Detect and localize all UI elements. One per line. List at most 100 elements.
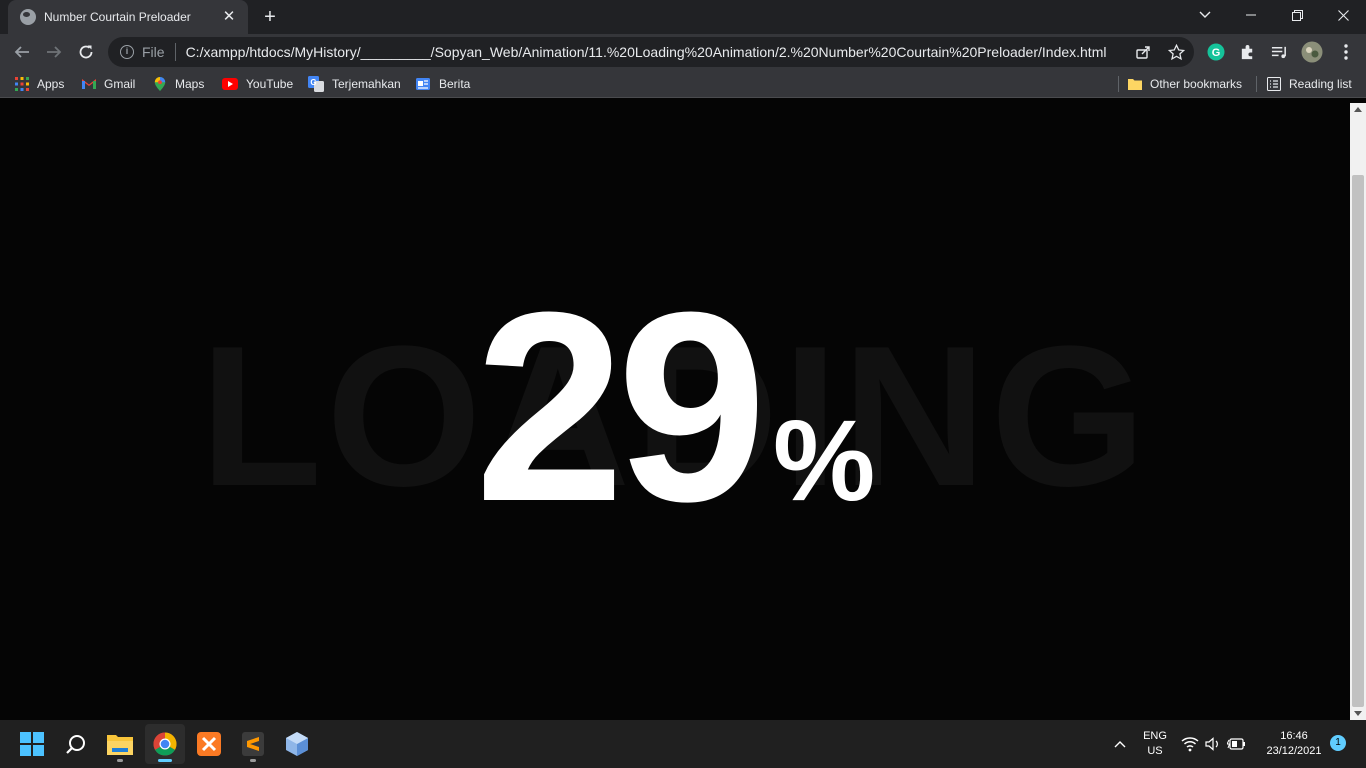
news-icon [416,78,430,90]
address-bar[interactable]: i File C:/xampp/htdocs/MyHistory/_______… [108,37,1194,67]
language-code: ENG [1143,730,1167,742]
bookmark-label: YouTube [246,77,294,91]
language-region: US [1147,745,1163,757]
search-button[interactable] [56,724,96,764]
clock[interactable]: 16:46 23/12/2021 [1258,729,1330,759]
bookmark-label: Apps [37,77,65,91]
apps-grid-icon [15,77,29,91]
menu-kebab-icon[interactable] [1334,40,1358,64]
notification-badge[interactable]: 1 [1330,735,1346,751]
xampp-button[interactable] [189,724,229,764]
new-tab-button[interactable]: + [258,6,282,30]
reading-list-label: Reading list [1289,77,1352,91]
youtube-icon [222,78,238,90]
clock-time: 16:46 [1280,730,1308,742]
sublime-text-button[interactable] [233,724,273,764]
other-bookmarks[interactable]: Other bookmarks [1128,75,1242,93]
chevron-down-icon [1199,11,1211,18]
clock-date: 23/12/2021 [1266,745,1322,757]
close-window-button[interactable] [1320,0,1366,30]
arrow-right-icon [47,46,62,58]
start-button[interactable] [12,724,52,764]
close-icon [1337,9,1349,21]
xampp-icon [197,732,221,756]
chevron-up-icon [1114,741,1126,748]
svg-text:G: G [1212,47,1221,59]
language-indicator[interactable]: ENG US [1138,729,1172,759]
bookmark-label: Maps [175,77,205,91]
media-queue-icon[interactable] [1267,40,1291,64]
windows-logo-icon [20,732,44,756]
share-icon[interactable] [1131,40,1155,64]
percent-counter: 29% [0,273,1350,543]
show-hidden-icons-button[interactable] [1102,724,1138,764]
folder-icon [1128,79,1142,90]
chrome-button[interactable] [145,724,185,764]
arrow-left-icon [14,46,29,58]
globe-icon [20,9,36,25]
extensions-puzzle-icon[interactable] [1235,40,1259,64]
scroll-thumb[interactable] [1352,175,1364,707]
bookmark-news[interactable]: Berita [415,75,470,93]
scroll-up-arrow-icon[interactable] [1354,107,1362,112]
percent-value: 29 [474,257,767,558]
url-text[interactable]: C:/xampp/htdocs/MyHistory/_________/Sopy… [186,44,1107,60]
tab-close-icon[interactable]: ✕ [220,8,238,26]
svg-text:G: G [310,78,316,87]
sublime-text-icon [242,732,264,756]
taskbar: ENG US 16:46 23/12/2021 [0,720,1366,768]
active-indicator [158,759,172,762]
reload-icon [79,45,93,59]
bookmark-youtube[interactable]: YouTube [222,75,293,93]
quick-settings-button[interactable] [1176,724,1250,764]
running-indicator [117,759,123,762]
bookmark-label: Terjemahkan [332,77,401,91]
file-explorer-button[interactable] [100,724,140,764]
folder-icon [107,735,133,755]
minimize-icon [1246,14,1256,16]
bookmarks-divider [1118,76,1119,92]
volume-icon [1205,737,1218,751]
reload-button[interactable] [72,38,100,66]
reading-list-icon [1267,77,1281,91]
translate-icon: G [308,76,324,92]
tab-search-button[interactable] [1182,0,1228,30]
profile-avatar[interactable] [1300,40,1324,64]
minimize-button[interactable] [1228,0,1274,30]
bookmark-label: Gmail [104,77,136,91]
chrome-icon [153,732,177,756]
bookmarks-bar: Apps Gmail Maps YouTube G Terjemahkan Be… [0,70,1366,98]
bookmark-star-icon[interactable] [1164,40,1188,64]
bookmarks-divider [1256,76,1257,92]
scroll-down-arrow-icon[interactable] [1354,711,1362,716]
restore-button[interactable] [1274,0,1320,30]
scheme-label: File [142,43,176,61]
virtualbox-icon [286,732,308,756]
virtualbox-button[interactable] [277,724,317,764]
bookmark-maps[interactable]: Maps [153,75,204,93]
page-content: LOADING 29% [0,103,1350,720]
percent-sign: % [773,397,876,525]
bookmark-apps[interactable]: Apps [15,75,64,93]
info-icon[interactable]: i [120,45,134,59]
tab-title: Number Courtain Preloader [44,10,191,24]
browser-tab[interactable]: Number Courtain Preloader ✕ [8,0,248,34]
forward-button[interactable] [40,38,68,66]
bookmark-translate[interactable]: G Terjemahkan [308,75,401,93]
bookmark-label: Berita [439,77,471,91]
search-icon [66,735,85,754]
restore-icon [1291,9,1303,21]
grammarly-icon[interactable]: G [1204,40,1228,64]
battery-charging-icon [1227,738,1245,750]
wifi-icon [1181,737,1199,752]
maps-icon [154,77,166,91]
reading-list[interactable]: Reading list [1267,75,1352,93]
page-scrollbar[interactable] [1350,103,1366,720]
back-button[interactable] [8,38,36,66]
gmail-icon [82,79,96,89]
browser-toolbar: i File C:/xampp/htdocs/MyHistory/_______… [0,34,1366,70]
bookmark-gmail[interactable]: Gmail [82,75,135,93]
running-indicator [250,759,256,762]
other-bookmarks-label: Other bookmarks [1150,77,1243,91]
tab-strip: Number Courtain Preloader ✕ + [0,0,1366,34]
